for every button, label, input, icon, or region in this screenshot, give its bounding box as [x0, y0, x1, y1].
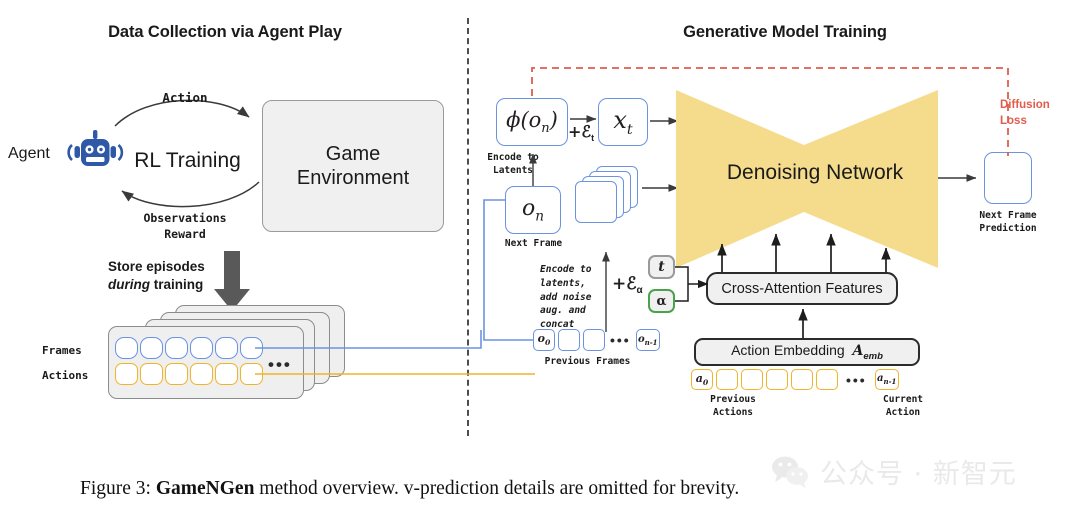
agent-label: Agent	[8, 145, 50, 162]
frame-cell	[140, 337, 163, 359]
frame-cell	[215, 337, 238, 359]
frame-cell	[115, 337, 138, 359]
game-environment-line1: Game	[325, 142, 381, 165]
diffusion-loss-label: Diffusion Loss	[1000, 99, 1050, 127]
prev-frames-to-latents-arrow	[600, 246, 612, 332]
alpha-token-box: α	[648, 289, 675, 313]
action-cell	[165, 363, 188, 385]
action-embedding-label: Action Embedding	[731, 342, 845, 359]
prev-action-cell	[791, 369, 813, 390]
cross-attention-label: Cross-Attention Features	[721, 280, 883, 297]
figure-canvas: Data Collection via Agent Play Generativ…	[0, 0, 1080, 523]
frame-cell	[190, 337, 213, 359]
robot-icon	[67, 130, 124, 178]
game-environment-line2: Environment	[296, 167, 410, 189]
store-episodes-rest: training	[150, 276, 204, 292]
left-panel-title: Data Collection via Agent Play	[108, 23, 342, 41]
prev-action-cell	[766, 369, 788, 390]
rl-training-label: RL Training	[134, 149, 241, 172]
actions-label: Actions	[42, 369, 89, 382]
cross-attention-to-network-arrows	[700, 228, 920, 274]
prev-frame-on1: on-1	[635, 329, 660, 351]
on-feedback-connector	[470, 196, 540, 344]
next-frame-prediction-label: Next Frame Prediction	[979, 210, 1037, 234]
watermark: 公众号 · 新智元	[770, 452, 1017, 491]
watermark-text: 公众号 · 新智元	[820, 459, 1017, 490]
right-panel-title: Generative Model Training	[683, 23, 887, 41]
cross-attention-box: Cross-Attention Features	[706, 272, 898, 305]
game-environment-box: Game Environment	[262, 100, 444, 232]
previous-frames-label: Previous Frames	[544, 356, 631, 367]
prev-frame-cell	[558, 329, 580, 351]
current-action-label: Current Action	[882, 394, 924, 418]
action-embedding-symbol: A	[852, 343, 864, 360]
figure-caption: Figure 3: GameNGen method overview. v-pr…	[80, 478, 739, 500]
caption-rest: method overview. v-prediction details ar…	[254, 478, 740, 499]
caption-bold: GameNGen	[155, 478, 255, 499]
token-merge-connector	[674, 262, 712, 312]
store-episodes-arrow	[212, 251, 252, 313]
network-output-arrow	[938, 172, 982, 184]
action-label: Action	[162, 90, 208, 105]
store-episodes-italic: during	[108, 276, 150, 292]
action-embedding-to-cross-attention-arrow	[797, 305, 809, 341]
timestep-token: t	[658, 259, 665, 275]
caption-prefix: Figure 3:	[80, 478, 156, 499]
previous-actions-label: Previous Actions	[710, 394, 756, 418]
next-frame-prediction-box	[984, 152, 1032, 204]
observations-reward-label: Observations Reward	[143, 211, 227, 241]
action-cell	[215, 363, 238, 385]
frames-label: Frames	[42, 344, 82, 357]
prev-action-cell	[716, 369, 738, 390]
episode-frames-row	[115, 337, 263, 359]
frame-cell	[165, 337, 188, 359]
action-embedding-subscript: emb	[863, 350, 883, 362]
prev-frame-cell	[583, 329, 605, 351]
action-cell	[115, 363, 138, 385]
epsilon-alpha-label: +ℰα	[612, 274, 643, 297]
prev-frames-ellipsis: •••	[610, 332, 631, 348]
prev-action-cell	[741, 369, 763, 390]
denoising-network-label: Denoising Network	[726, 161, 904, 184]
action-embedding-box: Action Embedding Aemb	[694, 338, 920, 366]
current-action-an1: an-1	[874, 369, 899, 390]
wechat-icon	[770, 455, 812, 489]
previous-actions-strip: a0 ••• an-1	[691, 369, 899, 390]
latent-stack-card-1	[575, 181, 617, 223]
previous-frames-strip: o0 ••• on-1	[533, 329, 660, 351]
action-cell	[190, 363, 213, 385]
prev-actions-ellipsis: •••	[846, 371, 867, 388]
diffusion-loss-path	[530, 66, 1010, 158]
episode-actions-row	[115, 363, 263, 385]
prev-action-cell	[816, 369, 838, 390]
prev-action-a0: a0	[691, 369, 713, 390]
action-cell	[140, 363, 163, 385]
timestep-token-box: t	[648, 255, 675, 279]
alpha-token: α	[656, 293, 667, 309]
